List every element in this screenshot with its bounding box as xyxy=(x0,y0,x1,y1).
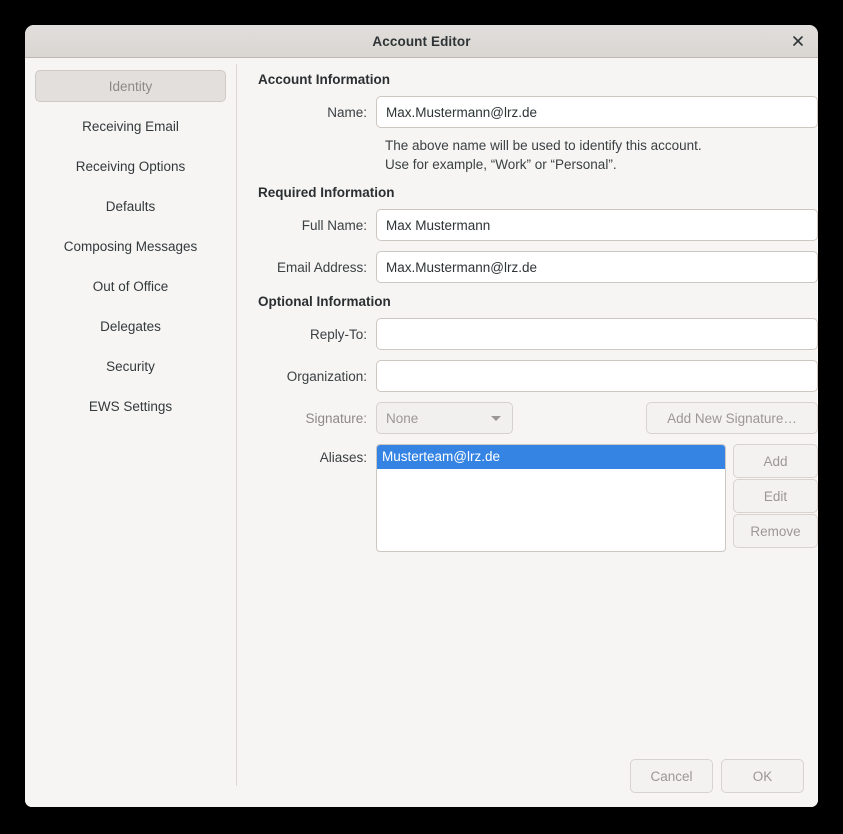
required-information-heading: Required Information xyxy=(258,185,818,200)
add-alias-button[interactable]: Add xyxy=(733,444,818,478)
aliases-button-column: Add Edit Remove xyxy=(733,444,818,548)
sidebar-item-receiving-options[interactable]: Receiving Options xyxy=(35,150,226,182)
full-name-field-row: Full Name: xyxy=(258,209,818,241)
sidebar-item-defaults[interactable]: Defaults xyxy=(35,190,226,222)
sidebar-item-label: Out of Office xyxy=(93,279,169,294)
sidebar-item-label: Receiving Options xyxy=(76,159,186,174)
full-name-input[interactable] xyxy=(376,209,818,241)
dialog-footer: Cancel OK xyxy=(25,753,818,807)
sidebar-item-receiving-email[interactable]: Receiving Email xyxy=(35,110,226,142)
account-editor-window: Account Editor Identity Receiving Email … xyxy=(25,25,818,807)
ok-button[interactable]: OK xyxy=(721,759,804,793)
reply-to-label: Reply-To: xyxy=(258,327,376,342)
aliases-label: Aliases: xyxy=(258,444,376,472)
organization-field-row: Organization: xyxy=(258,360,818,392)
full-name-label: Full Name: xyxy=(258,218,376,233)
email-address-field-row: Email Address: xyxy=(258,251,818,283)
sidebar-item-composing-messages[interactable]: Composing Messages xyxy=(35,230,226,262)
name-hint: The above name will be used to identify … xyxy=(385,136,818,174)
organization-label: Organization: xyxy=(258,369,376,384)
reply-to-input[interactable] xyxy=(376,318,818,350)
email-address-input[interactable] xyxy=(376,251,818,283)
sidebar: Identity Receiving Email Receiving Optio… xyxy=(25,58,236,753)
sidebar-item-out-of-office[interactable]: Out of Office xyxy=(35,270,226,302)
sidebar-item-label: Delegates xyxy=(100,319,161,334)
sidebar-item-label: Receiving Email xyxy=(82,119,179,134)
dialog-body: Identity Receiving Email Receiving Optio… xyxy=(25,58,818,753)
optional-information-heading: Optional Information xyxy=(258,294,818,309)
name-input[interactable] xyxy=(376,96,818,128)
signature-field-row: Signature: None Add New Signature… xyxy=(258,402,818,434)
sidebar-item-label: Defaults xyxy=(106,199,156,214)
organization-input[interactable] xyxy=(376,360,818,392)
remove-alias-button[interactable]: Remove xyxy=(733,514,818,548)
name-field-row: Name: xyxy=(258,96,818,128)
window-title: Account Editor xyxy=(372,34,470,49)
sidebar-item-label: Security xyxy=(106,359,155,374)
cancel-button[interactable]: Cancel xyxy=(630,759,713,793)
reply-to-field-row: Reply-To: xyxy=(258,318,818,350)
sidebar-item-label: Identity xyxy=(109,79,153,94)
signature-selected-value: None xyxy=(386,411,418,426)
close-icon[interactable] xyxy=(786,29,810,53)
sidebar-item-ews-settings[interactable]: EWS Settings xyxy=(35,390,226,422)
account-information-heading: Account Information xyxy=(258,72,818,87)
list-item[interactable]: Musterteam@lrz.de xyxy=(377,445,725,469)
main-pane: Account Information Name: The above name… xyxy=(236,58,818,753)
email-address-label: Email Address: xyxy=(258,260,376,275)
titlebar: Account Editor xyxy=(25,25,818,58)
aliases-list[interactable]: Musterteam@lrz.de xyxy=(376,444,726,552)
sidebar-item-label: Composing Messages xyxy=(64,239,198,254)
sidebar-item-identity[interactable]: Identity xyxy=(35,70,226,102)
edit-alias-button[interactable]: Edit xyxy=(733,479,818,513)
sidebar-item-security[interactable]: Security xyxy=(35,350,226,382)
sidebar-item-delegates[interactable]: Delegates xyxy=(35,310,226,342)
sidebar-item-label: EWS Settings xyxy=(89,399,172,414)
name-hint-line-1: The above name will be used to identify … xyxy=(385,136,818,155)
name-label: Name: xyxy=(258,105,376,120)
add-new-signature-button[interactable]: Add New Signature… xyxy=(646,402,818,434)
signature-dropdown[interactable]: None xyxy=(376,402,513,434)
name-hint-line-2: Use for example, “Work” or “Personal”. xyxy=(385,155,818,174)
chevron-down-icon xyxy=(491,416,501,421)
signature-label: Signature: xyxy=(258,411,376,426)
aliases-field-row: Aliases: Musterteam@lrz.de Add Edit Remo… xyxy=(258,444,818,552)
